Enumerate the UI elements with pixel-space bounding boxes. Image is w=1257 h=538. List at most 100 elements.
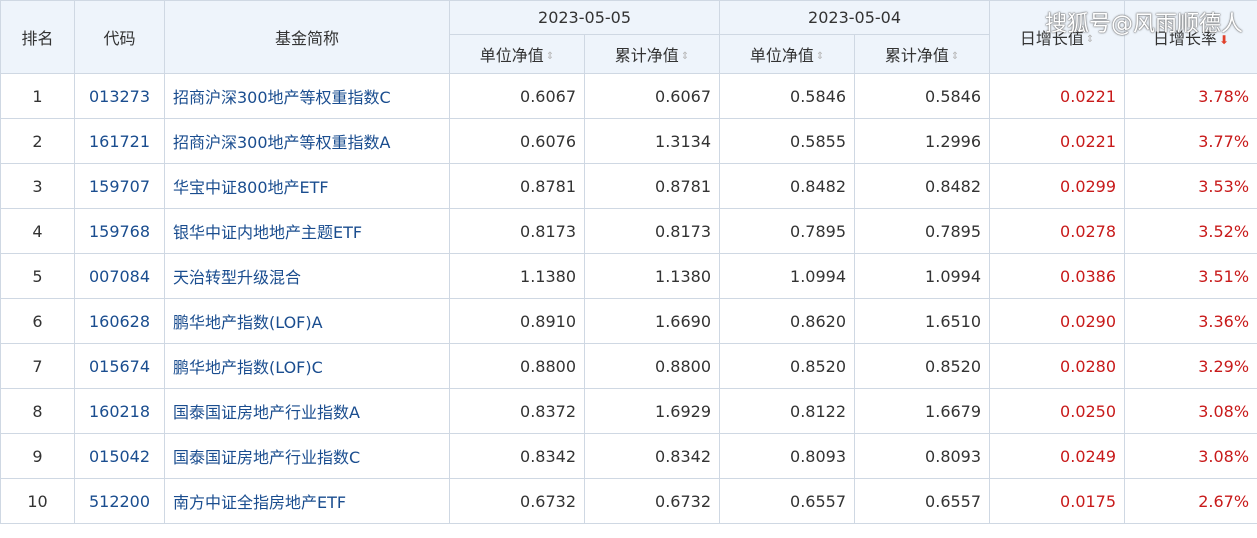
- fund-name-link[interactable]: 国泰国证房地产行业指数C: [173, 448, 360, 467]
- rank-cell: 7: [0, 343, 75, 389]
- growth-rate-cell: 3.51%: [1124, 253, 1257, 299]
- sort-acc-nav-2[interactable]: 累计净值 ⇕: [854, 34, 991, 74]
- growth-rate-cell: 3.29%: [1124, 343, 1257, 389]
- table-row: 2 161721 招商沪深300地产等权重指数A 0.6076 1.3134 0…: [0, 118, 1257, 164]
- table-row: 5 007084 天治转型升级混合 1.1380 1.1380 1.0994 1…: [0, 253, 1257, 299]
- fund-name-link[interactable]: 天治转型升级混合: [173, 268, 301, 287]
- acc-nav-2-cell: 1.0994: [854, 253, 991, 299]
- fund-code-link[interactable]: 007084: [89, 267, 150, 286]
- acc-nav-1-cell: 0.8800: [583, 343, 721, 389]
- growth-rate-cell: 3.78%: [1124, 73, 1257, 119]
- fund-code-link[interactable]: 159768: [89, 222, 150, 241]
- growth-value-cell: 0.0221: [989, 73, 1126, 119]
- unit-nav-1-cell: 0.8173: [449, 208, 585, 254]
- rank-cell: 9: [0, 433, 75, 479]
- header-daily-growth-value-label: 日增长值: [1019, 29, 1084, 48]
- fund-name-link[interactable]: 招商沪深300地产等权重指数A: [173, 133, 391, 152]
- sort-icon: ⇕: [545, 50, 555, 62]
- header-rank: 排名: [0, 0, 75, 74]
- fund-name-link[interactable]: 国泰国证房地产行业指数A: [173, 403, 360, 422]
- growth-value-cell: 0.0290: [989, 298, 1126, 344]
- unit-nav-1-cell: 0.6067: [449, 73, 585, 119]
- fund-table: 排名 代码 基金简称 2023-05-05 2023-05-04 日增长值 ⇕ 日…: [0, 0, 1257, 524]
- fund-code-link[interactable]: 161721: [89, 132, 150, 151]
- growth-rate-cell: 3.77%: [1124, 118, 1257, 164]
- acc-nav-1-cell: 0.6067: [583, 73, 721, 119]
- sort-desc-icon: ⬇: [1219, 32, 1230, 47]
- fund-name-link[interactable]: 招商沪深300地产等权重指数C: [173, 88, 391, 107]
- fund-name-link[interactable]: 银华中证内地地产主题ETF: [173, 223, 362, 242]
- header-unit-nav-label: 单位净值: [479, 46, 544, 65]
- acc-nav-1-cell: 0.6732: [583, 478, 721, 524]
- unit-nav-1-cell: 0.8910: [449, 298, 585, 344]
- fund-code-link[interactable]: 160218: [89, 402, 150, 421]
- acc-nav-1-cell: 1.3134: [583, 118, 721, 164]
- unit-nav-2-cell: 0.5855: [719, 118, 856, 164]
- fund-ranking-view: 排名 代码 基金简称 2023-05-05 2023-05-04 日增长值 ⇕ 日…: [0, 0, 1257, 538]
- acc-nav-2-cell: 0.8520: [854, 343, 991, 389]
- fund-code-link[interactable]: 159707: [89, 177, 150, 196]
- sort-daily-growth-rate[interactable]: 日增长率 ⬇: [1124, 0, 1257, 74]
- fund-code-link[interactable]: 013273: [89, 87, 150, 106]
- unit-nav-1-cell: 0.6732: [449, 478, 585, 524]
- acc-nav-2-cell: 1.6679: [854, 388, 991, 434]
- fund-code-link[interactable]: 015042: [89, 447, 150, 466]
- growth-rate-cell: 3.08%: [1124, 388, 1257, 434]
- fund-code-link[interactable]: 160628: [89, 312, 150, 331]
- acc-nav-1-cell: 0.8781: [583, 163, 721, 209]
- unit-nav-2-cell: 1.0994: [719, 253, 856, 299]
- growth-value-cell: 0.0250: [989, 388, 1126, 434]
- unit-nav-1-cell: 0.8781: [449, 163, 585, 209]
- rank-cell: 10: [0, 478, 75, 524]
- acc-nav-1-cell: 1.6929: [583, 388, 721, 434]
- table-row: 4 159768 银华中证内地地产主题ETF 0.8173 0.8173 0.7…: [0, 208, 1257, 254]
- sort-unit-nav-2[interactable]: 单位净值 ⇕: [719, 34, 856, 74]
- acc-nav-2-cell: 0.8482: [854, 163, 991, 209]
- acc-nav-2-cell: 0.5846: [854, 73, 991, 119]
- fund-name-link[interactable]: 鹏华地产指数(LOF)C: [173, 358, 323, 377]
- growth-rate-cell: 3.08%: [1124, 433, 1257, 479]
- acc-nav-1-cell: 1.6690: [583, 298, 721, 344]
- sort-icon: ⇕: [1085, 33, 1095, 45]
- table-row: 7 015674 鹏华地产指数(LOF)C 0.8800 0.8800 0.85…: [0, 343, 1257, 389]
- growth-value-cell: 0.0221: [989, 118, 1126, 164]
- fund-code-link[interactable]: 512200: [89, 492, 150, 511]
- growth-value-cell: 0.0386: [989, 253, 1126, 299]
- header-name: 基金简称: [164, 0, 450, 74]
- unit-nav-2-cell: 0.8520: [719, 343, 856, 389]
- header-date-2: 2023-05-04: [719, 0, 991, 35]
- fund-name-link[interactable]: 鹏华地产指数(LOF)A: [173, 313, 323, 332]
- unit-nav-1-cell: 0.8342: [449, 433, 585, 479]
- unit-nav-2-cell: 0.5846: [719, 73, 856, 119]
- growth-value-cell: 0.0249: [989, 433, 1126, 479]
- table-row: 8 160218 国泰国证房地产行业指数A 0.8372 1.6929 0.81…: [0, 388, 1257, 434]
- acc-nav-2-cell: 1.2996: [854, 118, 991, 164]
- sort-icon: ⇕: [815, 50, 825, 62]
- sort-icon: ⇕: [950, 50, 960, 62]
- growth-rate-cell: 3.53%: [1124, 163, 1257, 209]
- unit-nav-2-cell: 0.7895: [719, 208, 856, 254]
- unit-nav-2-cell: 0.8093: [719, 433, 856, 479]
- sort-acc-nav-1[interactable]: 累计净值 ⇕: [583, 34, 721, 74]
- acc-nav-2-cell: 0.8093: [854, 433, 991, 479]
- unit-nav-1-cell: 1.1380: [449, 253, 585, 299]
- sort-unit-nav-1[interactable]: 单位净值 ⇕: [449, 34, 585, 74]
- growth-rate-cell: 3.36%: [1124, 298, 1257, 344]
- growth-value-cell: 0.0280: [989, 343, 1126, 389]
- table-row: 10 512200 南方中证全指房地产ETF 0.6732 0.6732 0.6…: [0, 478, 1257, 524]
- fund-name-link[interactable]: 南方中证全指房地产ETF: [173, 493, 346, 512]
- fund-code-link[interactable]: 015674: [89, 357, 150, 376]
- acc-nav-1-cell: 1.1380: [583, 253, 721, 299]
- growth-value-cell: 0.0175: [989, 478, 1126, 524]
- rank-cell: 8: [0, 388, 75, 434]
- table-row: 9 015042 国泰国证房地产行业指数C 0.8342 0.8342 0.80…: [0, 433, 1257, 479]
- sort-daily-growth-value[interactable]: 日增长值 ⇕: [989, 0, 1126, 74]
- fund-name-link[interactable]: 华宝中证800地产ETF: [173, 178, 329, 197]
- unit-nav-1-cell: 0.8800: [449, 343, 585, 389]
- acc-nav-2-cell: 1.6510: [854, 298, 991, 344]
- header-acc-nav-label: 累计净值: [884, 46, 949, 65]
- table-row: 1 013273 招商沪深300地产等权重指数C 0.6067 0.6067 0…: [0, 73, 1257, 119]
- table-row: 6 160628 鹏华地产指数(LOF)A 0.8910 1.6690 0.86…: [0, 298, 1257, 344]
- growth-rate-cell: 2.67%: [1124, 478, 1257, 524]
- acc-nav-2-cell: 0.7895: [854, 208, 991, 254]
